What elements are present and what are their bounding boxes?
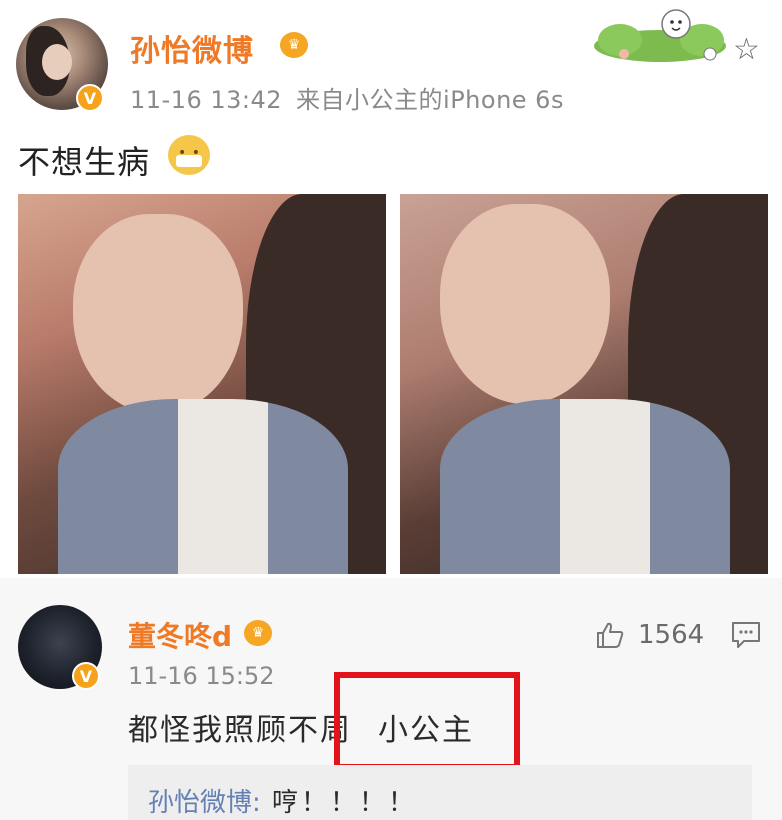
post-photo-1[interactable] bbox=[18, 194, 386, 574]
like-count: 1564 bbox=[638, 620, 705, 650]
thumbs-up-icon[interactable] bbox=[595, 620, 625, 650]
comment-text-main: 都怪我照顾不周 bbox=[128, 713, 352, 748]
reply-author-name[interactable]: 孙怡微博: bbox=[148, 782, 261, 819]
favorite-star-icon[interactable]: ☆ bbox=[733, 32, 760, 67]
highlight-box bbox=[334, 672, 520, 770]
photo-face bbox=[73, 214, 243, 414]
mask-emoji-icon: • • bbox=[168, 135, 210, 175]
comment-timestamp: 11-16 15:52 bbox=[128, 662, 275, 690]
verified-v-icon: V bbox=[72, 662, 100, 690]
post-timestamp: 11-16 13:42 bbox=[130, 86, 283, 114]
post-author-label[interactable]: 孙怡微博 bbox=[130, 34, 254, 69]
photo-face bbox=[440, 204, 610, 404]
decorative-sticker-icon bbox=[594, 9, 726, 62]
photo-scarf bbox=[58, 399, 348, 574]
post-photo-2[interactable] bbox=[400, 194, 768, 574]
post-source: 来自小公主的iPhone 6s bbox=[296, 86, 564, 114]
crown-icon: ♛ bbox=[280, 32, 308, 58]
reply-text: 哼！！！！ bbox=[272, 788, 418, 818]
avatar-face bbox=[42, 44, 72, 80]
post-text: 不想生病 bbox=[18, 143, 151, 181]
verified-v-icon: V bbox=[76, 84, 104, 112]
comment-author-name[interactable]: 董冬咚d bbox=[128, 615, 232, 655]
photo-scarf bbox=[440, 399, 730, 574]
comment-icon[interactable] bbox=[730, 620, 762, 650]
crown-icon: ♛ bbox=[244, 620, 272, 646]
post-author-name[interactable]: 孙怡微博 bbox=[130, 26, 254, 70]
post-meta: 11-16 13:42 来自小公主的iPhone 6s bbox=[130, 80, 564, 115]
